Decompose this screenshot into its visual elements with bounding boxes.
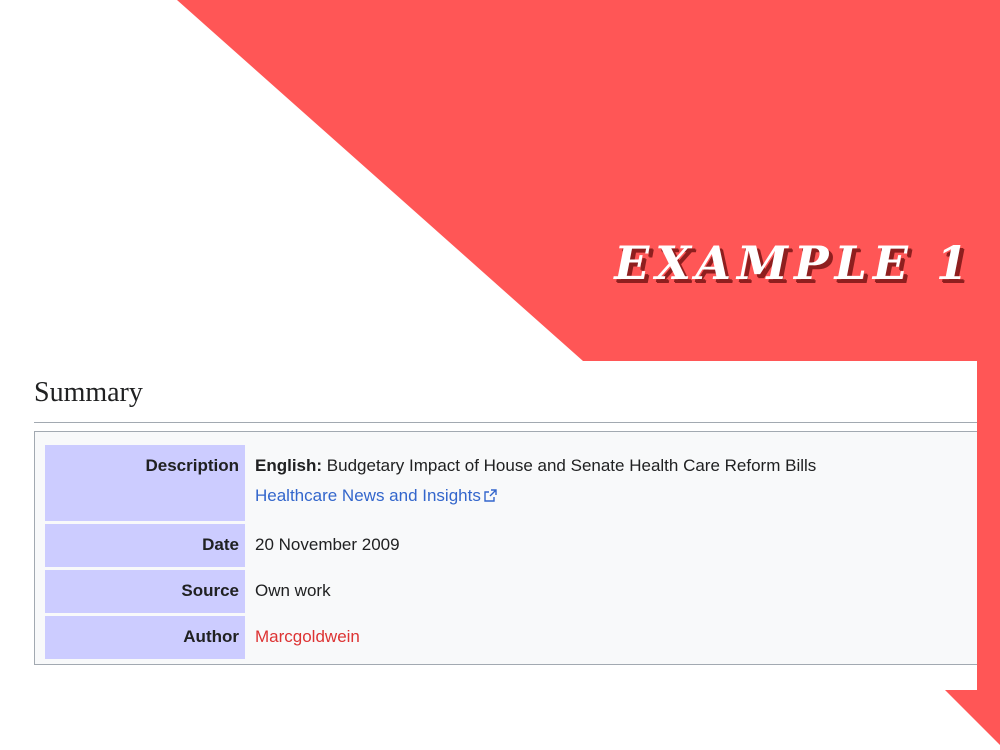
source-value: Own work <box>255 581 331 600</box>
healthcare-news-link[interactable]: Healthcare News and Insights <box>255 486 481 505</box>
slide: EXAMPLE 1 Summary Description English: B… <box>0 0 1000 750</box>
healthcare-news-link-text: Healthcare News and Insights <box>255 486 481 505</box>
description-label: Description <box>45 445 245 521</box>
example-title: EXAMPLE 1 <box>614 236 974 290</box>
information-table: Description English: Budgetary Impact of… <box>45 442 816 662</box>
table-row-date: Date 20 November 2009 <box>45 524 816 567</box>
author-link[interactable]: Marcgoldwein <box>255 627 360 646</box>
file-summary-panel: Summary Description English: Budgetary I… <box>0 361 977 690</box>
date-value: 20 November 2009 <box>255 535 400 554</box>
table-row-description: Description English: Budgetary Impact of… <box>45 445 816 521</box>
language-label: English: <box>255 456 323 475</box>
source-label: Source <box>45 570 245 613</box>
information-box: Description English: Budgetary Impact of… <box>34 431 977 665</box>
table-row-author: Author Marcgoldwein <box>45 616 816 659</box>
external-link-icon[interactable] <box>484 487 497 507</box>
description-text: Budgetary Impact of House and Senate Hea… <box>326 456 817 475</box>
summary-heading: Summary <box>34 377 143 408</box>
banner-right-strip <box>977 361 1000 690</box>
description-value: English: Budgetary Impact of House and S… <box>245 445 816 521</box>
banner-lower-corner <box>945 690 1000 750</box>
banner-upper-shape <box>177 0 1000 361</box>
table-row-source: Source Own work <box>45 570 816 613</box>
author-value: Marcgoldwein <box>245 616 816 659</box>
source-link-line: Healthcare News and Insights <box>255 486 816 507</box>
author-label: Author <box>45 616 245 659</box>
date-label: Date <box>45 524 245 567</box>
heading-divider <box>34 422 977 423</box>
description-line: English: Budgetary Impact of House and S… <box>255 456 816 476</box>
